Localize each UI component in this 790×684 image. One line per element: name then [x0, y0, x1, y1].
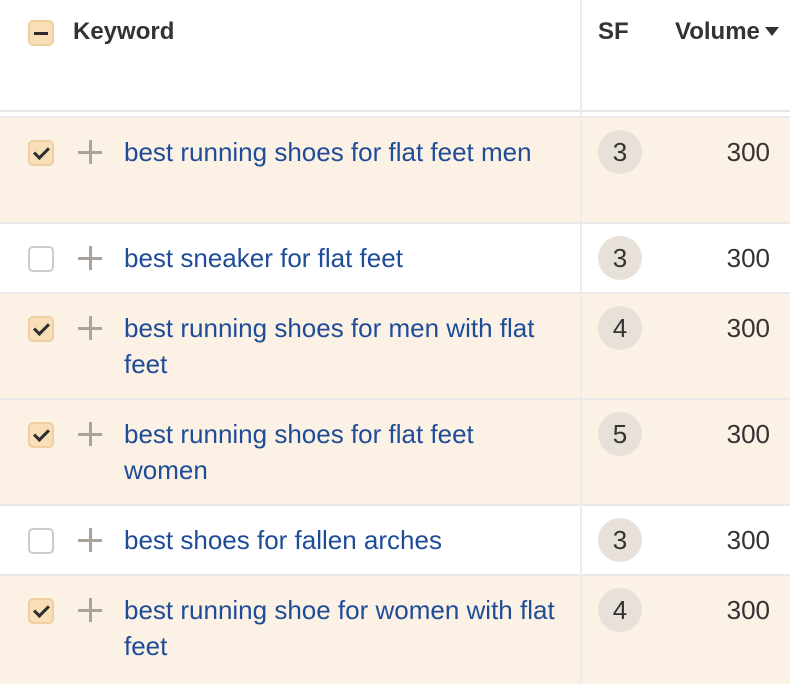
volume-value: 300 [726, 243, 770, 273]
plus-icon[interactable] [78, 598, 102, 622]
row-checkbox[interactable] [28, 598, 54, 624]
plus-icon[interactable] [78, 422, 102, 446]
plus-icon[interactable] [78, 528, 102, 552]
volume-label: Volume [675, 18, 760, 45]
volume-value: 300 [726, 595, 770, 625]
row-checkbox[interactable] [28, 528, 54, 554]
sf-badge: 3 [598, 518, 642, 562]
table-row: best shoes for fallen arches 3 300 [0, 504, 790, 574]
table-header: Keyword SF Volume [0, 0, 790, 112]
select-all-checkbox[interactable] [28, 20, 54, 46]
keyword-link[interactable]: best running shoes for flat feet men [124, 134, 564, 170]
sf-column-header[interactable]: SF [598, 18, 629, 46]
row-checkbox[interactable] [28, 422, 54, 448]
table-row: best running shoes for flat feet men 3 3… [0, 116, 790, 222]
table-row: best running shoes for men with flat fee… [0, 292, 790, 398]
sf-badge: 3 [598, 130, 642, 174]
sf-badge: 4 [598, 588, 642, 632]
table-row: best running shoe for women with flat fe… [0, 574, 790, 684]
sort-desc-icon [764, 27, 779, 36]
keyword-column-header[interactable]: Keyword [73, 18, 174, 46]
keyword-link[interactable]: best shoes for fallen arches [124, 522, 564, 558]
volume-value: 300 [726, 137, 770, 167]
keyword-link[interactable]: best sneaker for flat feet [124, 240, 564, 276]
row-checkbox[interactable] [28, 140, 54, 166]
plus-icon[interactable] [78, 316, 102, 340]
sf-badge: 5 [598, 412, 642, 456]
row-checkbox[interactable] [28, 246, 54, 272]
plus-icon[interactable] [78, 140, 102, 164]
sf-badge: 4 [598, 306, 642, 350]
volume-value: 300 [726, 525, 770, 555]
column-divider [580, 0, 582, 684]
sf-badge: 3 [598, 236, 642, 280]
keyword-link[interactable]: best running shoes for flat feet women [124, 416, 564, 488]
plus-icon[interactable] [78, 246, 102, 270]
row-checkbox[interactable] [28, 316, 54, 342]
volume-column-header[interactable]: Volume [675, 18, 779, 46]
keyword-link[interactable]: best running shoes for men with flat fee… [124, 310, 564, 382]
table-row: best sneaker for flat feet 3 300 [0, 222, 790, 292]
volume-value: 300 [726, 313, 770, 343]
table-row: best running shoes for flat feet women 5… [0, 398, 790, 504]
volume-value: 300 [726, 419, 770, 449]
keyword-link[interactable]: best running shoe for women with flat fe… [124, 592, 564, 664]
